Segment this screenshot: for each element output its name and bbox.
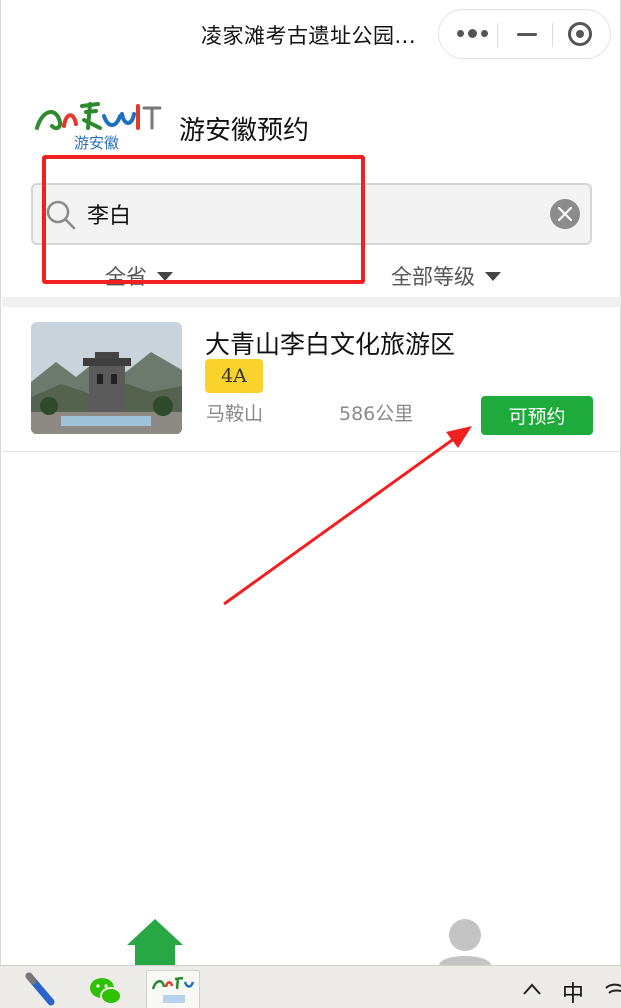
wifi-icon[interactable]: [604, 980, 621, 1000]
capsule-menu: [438, 9, 611, 59]
reserve-button[interactable]: 可预约: [481, 396, 593, 435]
more-button[interactable]: [444, 10, 500, 58]
anhui-logo: 游安徽: [35, 102, 162, 152]
section-divider: [2, 297, 621, 307]
scenic-thumbnail: [31, 322, 182, 434]
pen-icon: [25, 972, 55, 1005]
capsule-divider: [497, 23, 498, 47]
level-filter-label: 全部等级: [391, 265, 475, 289]
logo-text: 游安徽: [74, 134, 119, 152]
title-bar: 凌家滩考古遗址公园...: [1, 0, 621, 70]
minimize-button[interactable]: [499, 10, 555, 58]
annotation-highlight-box: [42, 155, 365, 284]
scenic-distance: 586公里: [339, 403, 414, 425]
mini-program-window: 凌家滩考古遗址公园... 游安徽 游安徽预约 李白 全省 全部等级 大青山李白文…: [0, 0, 621, 965]
target-close-icon: [568, 22, 592, 46]
anhui-logo-small-icon: [151, 976, 195, 1003]
level-filter[interactable]: 全部等级: [391, 261, 501, 291]
taskbar-mini-program-app[interactable]: [146, 970, 200, 1008]
home-icon[interactable]: [123, 915, 187, 965]
user-icon[interactable]: [435, 915, 495, 965]
chevron-up-icon[interactable]: [522, 982, 542, 996]
list-item[interactable]: 大青山李白文化旅游区 4A 马鞍山 586公里 可预约: [2, 307, 621, 452]
scenic-city: 马鞍山: [206, 403, 264, 425]
os-taskbar: 中: [0, 965, 621, 1008]
close-button[interactable]: [552, 10, 608, 58]
clear-search-button[interactable]: [550, 199, 580, 229]
taskbar-wechat-app[interactable]: [78, 970, 132, 1008]
dropdown-triangle-icon: [485, 271, 501, 281]
minimize-icon: [517, 32, 537, 36]
bottom-tab-bar: [1, 905, 621, 965]
taskbar-pen-app[interactable]: [14, 970, 68, 1008]
ime-indicator[interactable]: 中: [562, 976, 584, 1008]
wechat-icon: [90, 977, 122, 1005]
grade-badge: 4A: [205, 359, 263, 393]
clear-icon: [558, 207, 572, 221]
app-name: 游安徽预约: [179, 116, 310, 146]
more-dots-icon: [456, 29, 488, 38]
scenic-name: 大青山李白文化旅游区: [205, 330, 456, 359]
window-title: 凌家滩考古遗址公园...: [201, 24, 417, 48]
